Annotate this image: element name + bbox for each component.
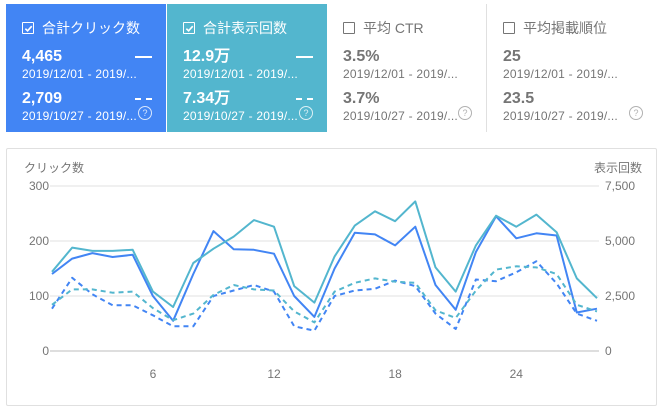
x-tick-label: 6 <box>150 367 157 381</box>
card-header: 合計表示回数 <box>183 18 327 38</box>
performance-chart: クリック数 表示回数 300 7,500 200 5,000 100 2,500 0 0 6 12 18… <box>6 148 657 406</box>
x-tick-label: 18 <box>388 367 402 381</box>
left-tick-label: 200 <box>29 234 49 248</box>
card-title: 合計クリック数 <box>42 20 140 36</box>
card-total-impressions[interactable]: 合計表示回数 12.9万 2019/12/01 - 2019/... 7.34万… <box>167 4 327 132</box>
current-value: 3.5% <box>343 48 380 65</box>
current-date-range: 2019/12/01 - 2019/... <box>343 67 458 81</box>
series-line-clicks-solid <box>51 215 598 322</box>
help-icon[interactable]: ? <box>458 106 472 120</box>
card-header: 平均掲載順位 <box>503 18 657 38</box>
current-value-row: 12.9万 <box>183 48 327 66</box>
checkbox-checked-icon[interactable] <box>22 22 34 34</box>
help-icon[interactable]: ? <box>629 106 643 120</box>
current-date-range: 2019/12/01 - 2019/... <box>503 67 618 81</box>
dashed-line-legend-icon <box>296 98 313 100</box>
card-title: 合計表示回数 <box>203 20 287 36</box>
x-tick-label: 12 <box>267 367 281 381</box>
left-tick-label: 0 <box>42 344 49 358</box>
right-axis-title: 表示回数 <box>594 160 642 175</box>
card-title: 平均 CTR <box>363 20 424 36</box>
help-icon[interactable]: ? <box>299 106 313 120</box>
checkbox-unchecked-icon[interactable] <box>503 22 515 34</box>
right-tick-label: 2,500 <box>605 289 635 303</box>
card-average-ctr[interactable]: 平均 CTR 3.5% 2019/12/01 - 2019/... 3.7% 2… <box>327 4 487 132</box>
card-average-position[interactable]: 平均掲載順位 25 2019/12/01 - 2019/... 23.5 201… <box>487 4 657 132</box>
x-tick-label: 24 <box>510 367 524 381</box>
current-value-row: 25 <box>503 48 657 66</box>
card-header: 平均 CTR <box>343 18 486 38</box>
current-value-row: 3.5% <box>343 48 486 66</box>
solid-line-legend-icon <box>135 56 152 58</box>
help-icon[interactable]: ? <box>138 106 152 120</box>
checkbox-unchecked-icon[interactable] <box>343 22 355 34</box>
current-date-range: 2019/12/01 - 2019/... <box>183 67 298 81</box>
left-tick-label: 100 <box>29 289 49 303</box>
right-tick-label: 5,000 <box>605 234 635 248</box>
current-value-row: 4,465 <box>22 48 166 66</box>
dashed-line-legend-icon <box>135 98 152 100</box>
metric-cards: 合計クリック数 4,465 2019/12/01 - 2019/... 2,70… <box>6 4 657 132</box>
right-tick-label: 0 <box>605 344 612 358</box>
right-tick-label: 7,500 <box>605 179 635 193</box>
left-axis-title: クリック数 <box>24 160 84 175</box>
solid-line-legend-icon <box>296 56 313 58</box>
performance-chart-svg: クリック数 表示回数 300 7,500 200 5,000 100 2,500 0 0 6 12 18… <box>24 160 642 381</box>
checkbox-checked-icon[interactable] <box>183 22 195 34</box>
card-total-clicks[interactable]: 合計クリック数 4,465 2019/12/01 - 2019/... 2,70… <box>6 4 166 132</box>
card-header: 合計クリック数 <box>22 18 166 38</box>
left-tick-label: 300 <box>29 179 49 193</box>
search-console-performance: 合計クリック数 4,465 2019/12/01 - 2019/... 2,70… <box>0 0 661 411</box>
current-value: 25 <box>503 48 521 65</box>
card-title: 平均掲載順位 <box>523 20 607 36</box>
current-date-range: 2019/12/01 - 2019/... <box>22 67 137 81</box>
